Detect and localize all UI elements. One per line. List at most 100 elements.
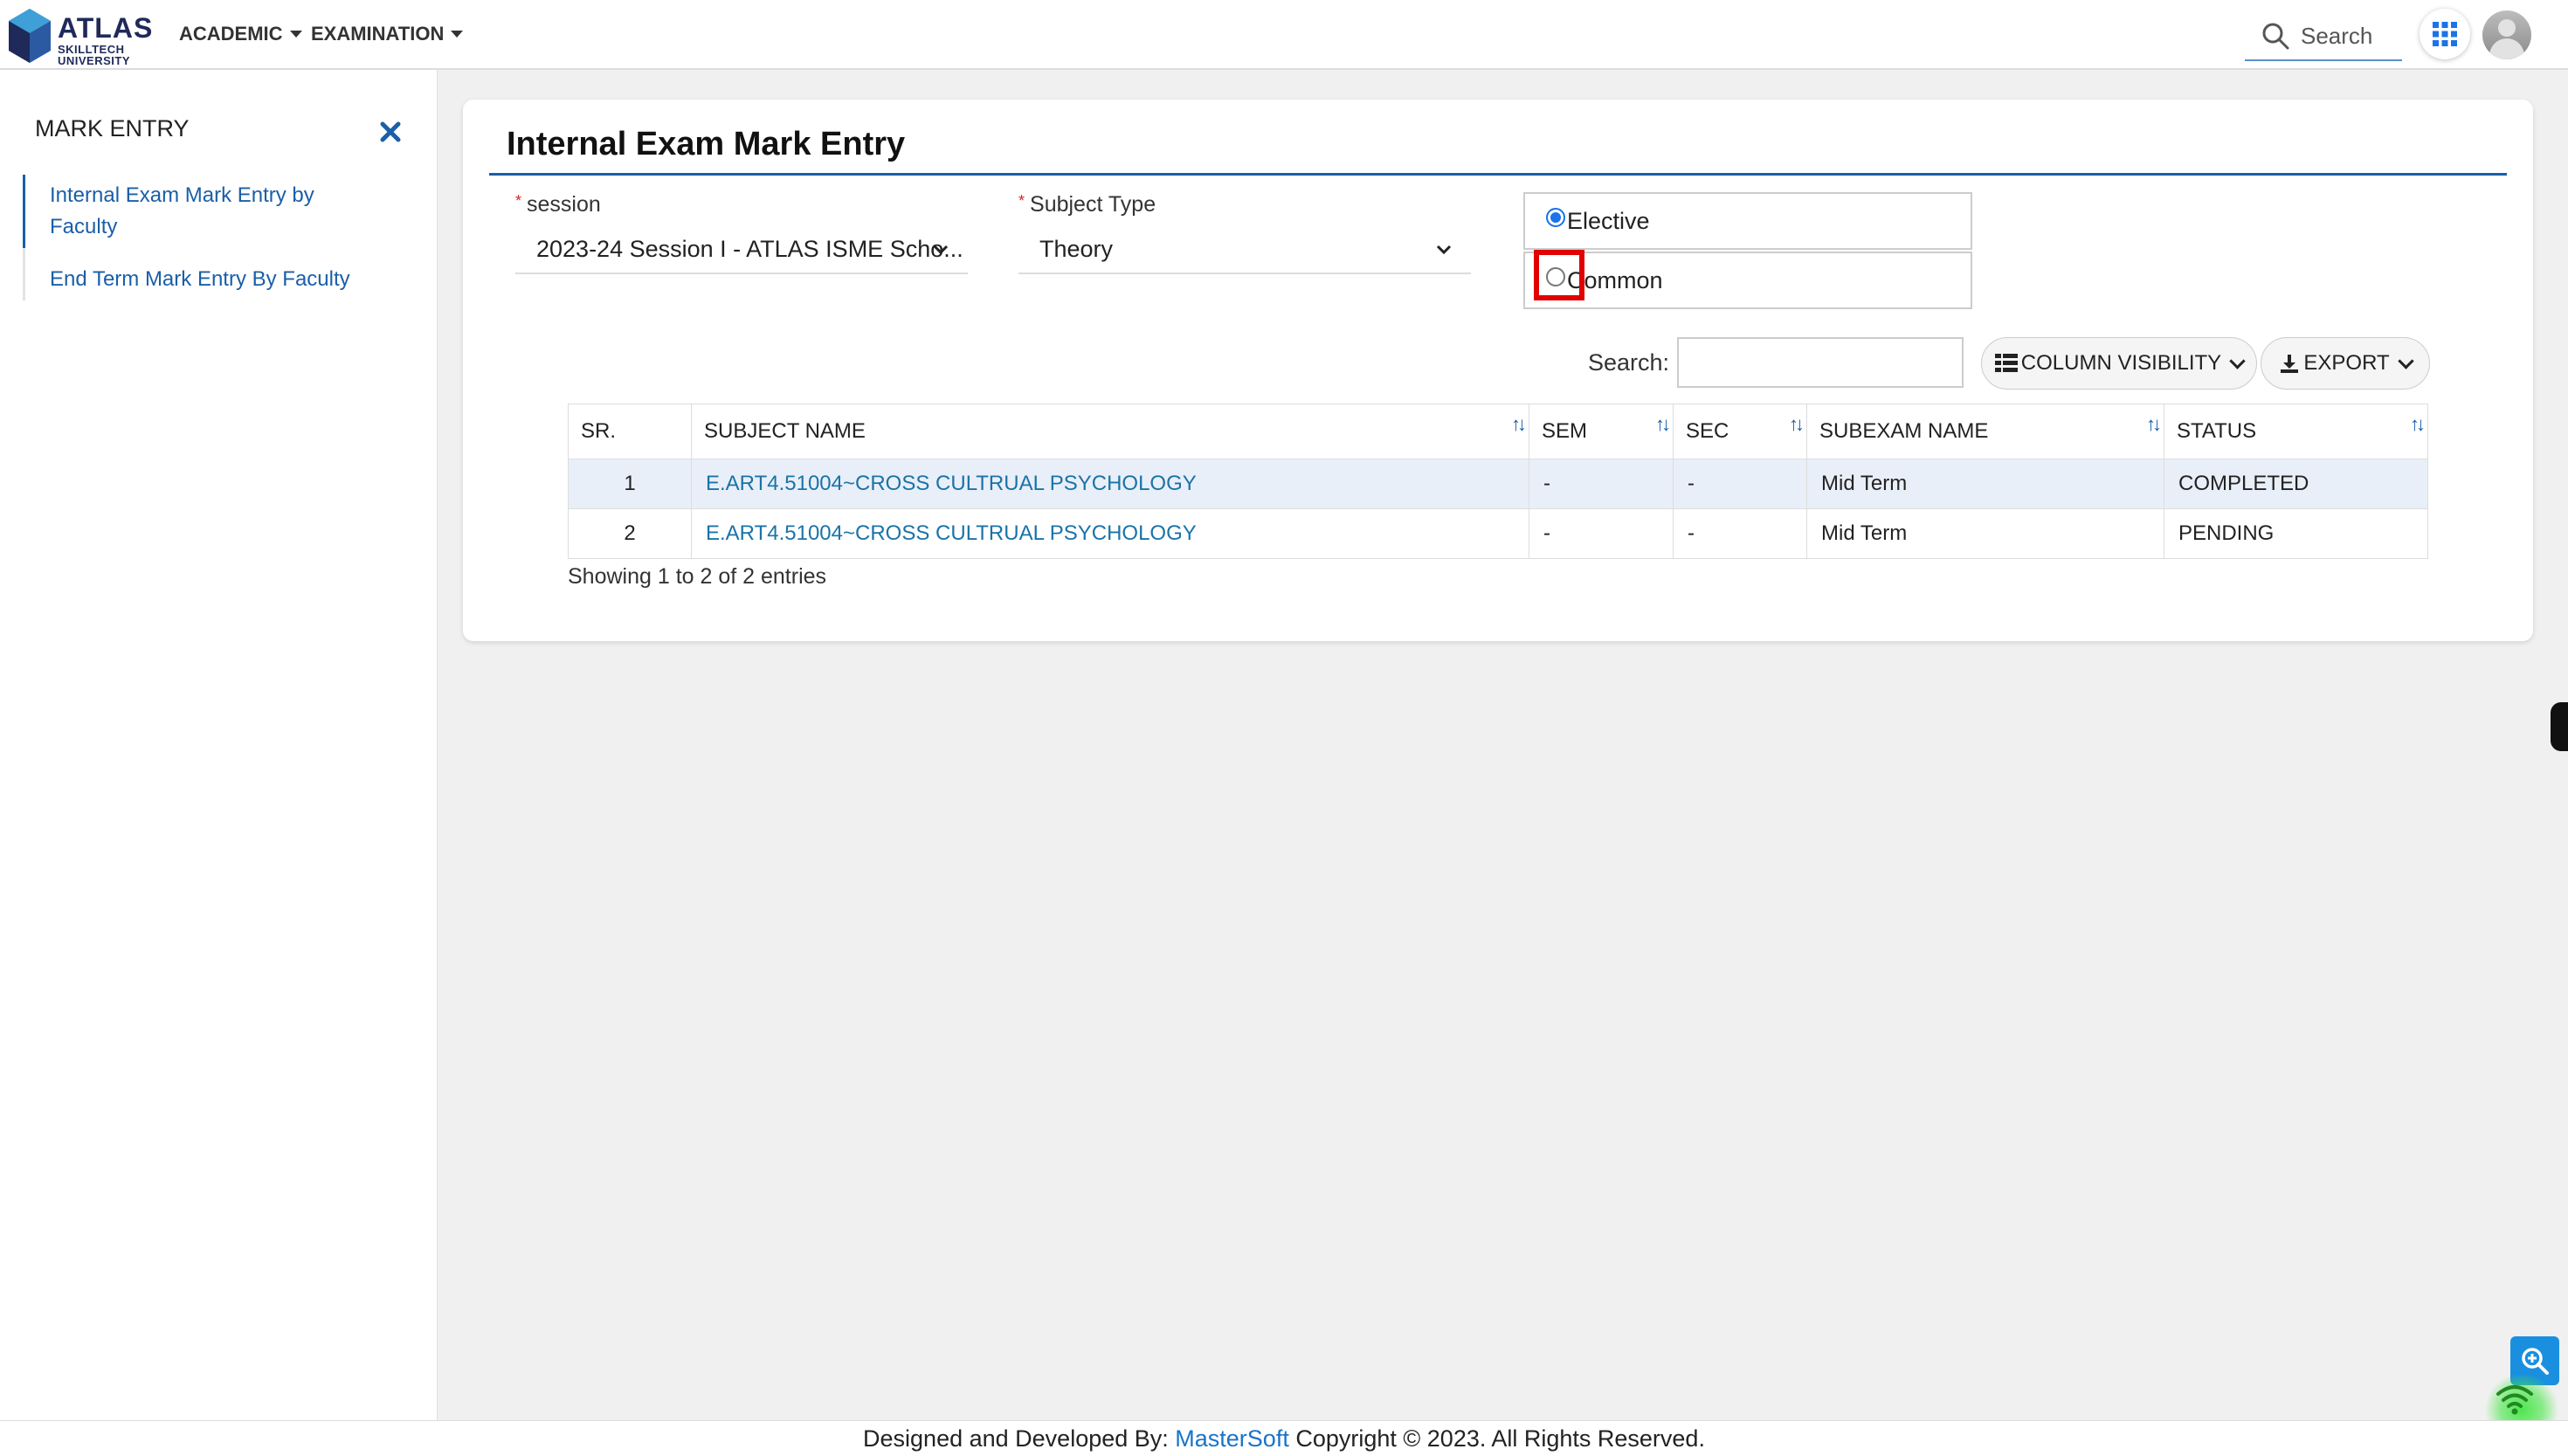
column-header-sem[interactable]: SEM ↑↓ — [1529, 404, 1674, 459]
column-header-sr[interactable]: SR. — [568, 404, 692, 459]
sidebar-item-label: End Term Mark Entry By Faculty — [50, 267, 350, 291]
search-icon — [2262, 23, 2289, 50]
nav-menu-academic[interactable]: ACADEMIC — [179, 23, 302, 45]
cell-sr: 2 — [568, 508, 692, 559]
sidebar-title: MARK ENTRY — [35, 115, 190, 141]
column-header-label: SEM — [1542, 419, 1588, 443]
radio-elective-label: Elective — [1567, 208, 1650, 234]
nav-menu-examination[interactable]: EXAMINATION — [311, 23, 464, 45]
brand-subtitle-line2: UNIVERSITY — [58, 54, 131, 67]
column-header-sec[interactable]: SEC ↑↓ — [1673, 404, 1807, 459]
cell-subject-link[interactable]: E.ART4.51004~CROSS CULTRUAL PSYCHOLOGY — [691, 508, 1529, 559]
nav-menu-examination-label: EXAMINATION — [311, 23, 445, 45]
subjects-table: SR. SUBJECT NAME ↑↓ SEM ↑↓ SEC ↑↓ SUBEXAM N… — [568, 404, 2428, 559]
caret-down-icon — [451, 31, 464, 38]
apps-grid-button[interactable] — [2420, 9, 2470, 59]
table-row: 2 E.ART4.51004~CROSS CULTRUAL PSYCHOLOGY… — [568, 508, 2428, 559]
chevron-down-icon — [1436, 245, 1452, 255]
brand-logo[interactable]: ATLAS SKILLTECH UNIVERSITY — [7, 7, 152, 66]
session-label-text: session — [527, 192, 601, 217]
table-row: 1 E.ART4.51004~CROSS CULTRUAL PSYCHOLOGY… — [568, 459, 2428, 509]
avatar-body — [2489, 38, 2524, 59]
user-avatar[interactable] — [2482, 10, 2531, 59]
sort-icon[interactable]: ↑↓ — [1511, 413, 1527, 436]
cell-sec: - — [1673, 459, 1807, 509]
avatar-head — [2498, 19, 2516, 37]
table-search-label: Search: — [1588, 349, 1670, 376]
global-search-placeholder: Search — [2301, 22, 2373, 49]
subject-type-label: * Subject Type — [1018, 192, 1156, 217]
chevron-down-icon — [2229, 352, 2246, 369]
cell-status: PENDING — [2164, 508, 2428, 559]
highlight-box — [1534, 250, 1584, 300]
column-header-status[interactable]: STATUS ↑↓ — [2164, 404, 2428, 459]
cell-status: COMPLETED — [2164, 459, 2428, 509]
sidebar-item-label: Internal Exam Mark Entry by — [50, 183, 314, 207]
apps-grid-icon — [2433, 22, 2457, 46]
required-asterisk: * — [515, 192, 522, 210]
nav-menu-academic-label: ACADEMIC — [179, 23, 283, 45]
download-icon — [2281, 355, 2299, 373]
column-visibility-label: COLUMN VISIBILITY — [2020, 351, 2222, 375]
footer-suffix: Copyright © 2023. All Rights Reserved. — [1288, 1425, 1705, 1452]
radio-elective-button[interactable] — [1546, 208, 1565, 227]
cell-sem: - — [1529, 459, 1674, 509]
required-asterisk: * — [1018, 192, 1025, 210]
column-header-subject-name[interactable]: SUBJECT NAME ↑↓ — [691, 404, 1529, 459]
table-info: Showing 1 to 2 of 2 entries — [568, 564, 827, 589]
sidebar-item-internal-exam-mark-entry[interactable]: Internal Exam Mark Entry by Faculty — [23, 175, 410, 248]
cell-sem: - — [1529, 508, 1674, 559]
column-visibility-button[interactable]: COLUMN VISIBILITY — [1981, 337, 2257, 390]
brand-subtitle: SKILLTECH UNIVERSITY — [58, 44, 130, 66]
sort-icon[interactable]: ↑↓ — [2410, 413, 2426, 436]
subject-type-select-value: Theory — [1039, 236, 1114, 262]
caret-down-icon — [289, 31, 302, 38]
footer: Designed and Developed By: MasterSoft Co… — [0, 1420, 2568, 1456]
session-select[interactable]: 2023-24 Session I - ATLAS ISME Scho... — [515, 231, 968, 274]
table-icon — [1994, 354, 2018, 372]
export-label: EXPORT — [2303, 351, 2390, 375]
global-search[interactable]: Search — [2245, 12, 2402, 61]
cell-subexam: Mid Term — [1806, 508, 2164, 559]
sort-icon[interactable]: ↑↓ — [1789, 413, 1805, 436]
cell-subexam: Mid Term — [1806, 459, 2164, 509]
radio-common[interactable]: Common — [1523, 252, 1972, 309]
title-divider — [489, 173, 2507, 176]
mark-entry-card: Internal Exam Mark Entry * session 2023-2… — [463, 100, 2533, 641]
column-header-label: SUBEXAM NAME — [1819, 419, 1989, 443]
side-edge-tab[interactable] — [2551, 702, 2568, 751]
brand-name: ATLAS — [58, 12, 154, 44]
radio-elective[interactable]: Elective — [1523, 192, 1972, 250]
page-title: Internal Exam Mark Entry — [507, 126, 906, 162]
sort-icon[interactable]: ↑↓ — [1655, 413, 1671, 436]
sidebar-menu: Internal Exam Mark Entry by Faculty End … — [23, 175, 410, 300]
subject-type-select[interactable]: Theory — [1018, 231, 1471, 274]
subject-type-label-text: Subject Type — [1030, 192, 1156, 217]
column-header-label: SEC — [1686, 419, 1729, 443]
sidebar-item-end-term-mark-entry[interactable]: End Term Mark Entry By Faculty — [25, 259, 410, 300]
sidebar: MARK ENTRY Internal Exam Mark Entry by F… — [0, 70, 438, 1420]
sort-icon[interactable]: ↑↓ — [2146, 413, 2162, 436]
sidebar-item-label-line2: Faculty — [50, 215, 118, 238]
top-navbar: ATLAS SKILLTECH UNIVERSITY ACADEMIC EXAM… — [0, 0, 2568, 70]
wifi-icon[interactable] — [2495, 1382, 2535, 1417]
close-icon[interactable] — [377, 119, 404, 145]
footer-brand-link[interactable]: MasterSoft — [1175, 1425, 1289, 1452]
column-header-label: SR. — [581, 419, 617, 443]
column-header-subexam-name[interactable]: SUBEXAM NAME ↑↓ — [1806, 404, 2164, 459]
column-header-label: STATUS — [2177, 419, 2257, 443]
session-select-value: 2023-24 Session I - ATLAS ISME Scho... — [536, 236, 963, 262]
cell-sec: - — [1673, 508, 1807, 559]
cell-subject-link[interactable]: E.ART4.51004~CROSS CULTRUAL PSYCHOLOGY — [691, 459, 1529, 509]
logo-hexagon-icon — [9, 9, 51, 63]
cell-sr: 1 — [568, 459, 692, 509]
chevron-down-icon — [2397, 352, 2414, 369]
column-header-label: SUBJECT NAME — [704, 419, 866, 443]
session-label: * session — [515, 192, 601, 217]
table-header-row: SR. SUBJECT NAME ↑↓ SEM ↑↓ SEC ↑↓ SUBEXAM N… — [568, 404, 2428, 459]
export-button[interactable]: EXPORT — [2261, 337, 2430, 390]
zoom-icon — [2522, 1348, 2549, 1375]
chevron-down-icon — [933, 245, 949, 255]
footer-prefix: Designed and Developed By: — [863, 1425, 1176, 1452]
table-search-input[interactable] — [1677, 337, 1964, 388]
